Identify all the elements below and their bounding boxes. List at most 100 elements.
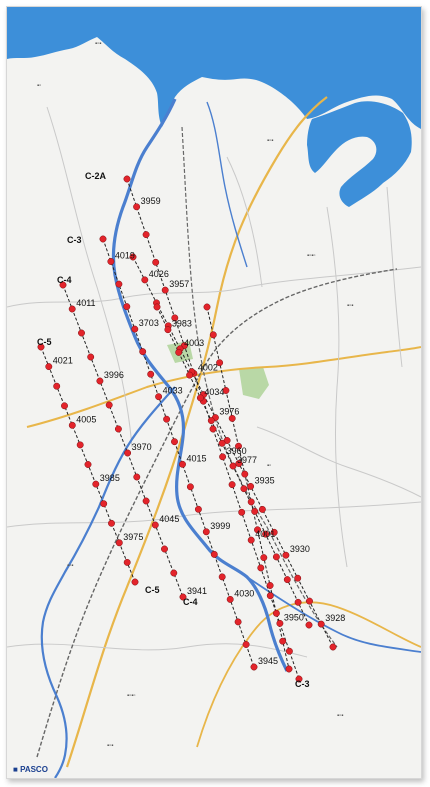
svg-text:▪▫▪: ▪▫▪ bbox=[347, 303, 353, 309]
survey-point[interactable] bbox=[276, 619, 284, 627]
survey-point[interactable] bbox=[175, 348, 183, 356]
survey-point[interactable] bbox=[210, 550, 218, 558]
survey-point[interactable] bbox=[329, 643, 337, 651]
survey-point[interactable] bbox=[142, 497, 150, 505]
map-canvas[interactable]: ▪▫▪ ▪▫ ▪▫▪ ▪▫▪▫ ▪▫▪ ▪▫ ▪▫▪ ▪▫▪▫ ▪▫▪ ▪▫▪ … bbox=[7, 7, 421, 778]
survey-line-label: C-4 bbox=[183, 597, 198, 607]
survey-point[interactable] bbox=[285, 647, 293, 655]
survey-point[interactable] bbox=[164, 326, 172, 334]
survey-point[interactable] bbox=[228, 481, 236, 489]
survey-point[interactable] bbox=[142, 231, 150, 239]
survey-point[interactable] bbox=[218, 573, 226, 581]
survey-point[interactable] bbox=[61, 402, 68, 410]
survey-point[interactable] bbox=[207, 417, 215, 425]
survey-point[interactable] bbox=[266, 592, 274, 600]
survey-point[interactable] bbox=[186, 483, 194, 491]
survey-point[interactable] bbox=[171, 438, 178, 446]
survey-point[interactable] bbox=[105, 401, 113, 409]
survey-point[interactable] bbox=[282, 551, 290, 559]
survey-point[interactable] bbox=[161, 545, 168, 553]
survey-point[interactable] bbox=[151, 521, 159, 529]
survey-point[interactable] bbox=[68, 305, 76, 313]
survey-point[interactable] bbox=[241, 470, 249, 478]
credit-text: PASCO bbox=[20, 765, 48, 774]
survey-point[interactable] bbox=[114, 425, 122, 433]
survey-point[interactable] bbox=[209, 425, 217, 433]
survey-point[interactable] bbox=[305, 621, 313, 629]
svg-text:▪▫: ▪▫ bbox=[37, 83, 41, 89]
survey-point[interactable] bbox=[285, 665, 293, 673]
survey-point[interactable] bbox=[131, 578, 139, 586]
survey-point[interactable] bbox=[229, 462, 237, 470]
survey-point[interactable] bbox=[108, 519, 115, 527]
survey-point[interactable] bbox=[209, 331, 217, 339]
survey-point[interactable] bbox=[161, 286, 169, 294]
survey-point[interactable] bbox=[139, 348, 147, 356]
survey-point[interactable] bbox=[123, 175, 131, 183]
survey-point[interactable] bbox=[272, 609, 280, 617]
survey-point[interactable] bbox=[78, 329, 85, 337]
survey-point-label: 3970 bbox=[132, 442, 152, 452]
survey-point[interactable] bbox=[226, 595, 234, 603]
survey-point[interactable] bbox=[242, 641, 250, 648]
survey-point[interactable] bbox=[186, 371, 194, 379]
survey-point[interactable] bbox=[240, 485, 248, 493]
survey-point[interactable] bbox=[203, 303, 211, 311]
survey-point[interactable] bbox=[153, 303, 161, 311]
survey-point[interactable] bbox=[76, 441, 84, 449]
survey-line-label: C-5 bbox=[37, 337, 52, 347]
survey-point[interactable] bbox=[234, 618, 242, 626]
survey-point[interactable] bbox=[179, 460, 186, 468]
survey-point[interactable] bbox=[99, 235, 107, 243]
survey-point[interactable] bbox=[152, 258, 160, 266]
survey-point[interactable] bbox=[247, 482, 255, 490]
survey-point[interactable] bbox=[266, 582, 274, 589]
survey-point[interactable] bbox=[92, 480, 100, 488]
survey-point[interactable] bbox=[133, 203, 141, 211]
survey-point[interactable] bbox=[306, 597, 313, 605]
survey-point[interactable] bbox=[124, 449, 132, 457]
survey-point[interactable] bbox=[45, 363, 53, 371]
survey-point[interactable] bbox=[272, 553, 280, 561]
survey-point[interactable] bbox=[202, 528, 210, 536]
survey-point[interactable] bbox=[107, 258, 115, 265]
survey-point[interactable] bbox=[294, 598, 302, 606]
survey-point[interactable] bbox=[123, 558, 131, 566]
survey-point[interactable] bbox=[84, 461, 92, 468]
survey-point[interactable] bbox=[294, 574, 302, 582]
survey-point[interactable] bbox=[218, 439, 226, 447]
survey-point[interactable] bbox=[100, 500, 108, 508]
survey-point[interactable] bbox=[238, 508, 246, 516]
survey-point[interactable] bbox=[258, 505, 266, 513]
survey-point[interactable] bbox=[251, 507, 259, 515]
survey-point[interactable] bbox=[317, 620, 325, 628]
survey-line-label: C-3 bbox=[67, 235, 82, 245]
survey-point[interactable] bbox=[131, 325, 139, 333]
survey-point[interactable] bbox=[96, 377, 104, 385]
survey-point[interactable] bbox=[155, 393, 163, 401]
survey-point[interactable] bbox=[283, 576, 291, 584]
survey-point[interactable] bbox=[123, 303, 131, 311]
survey-point[interactable] bbox=[257, 564, 265, 572]
survey-point[interactable] bbox=[163, 415, 171, 423]
survey-point[interactable] bbox=[247, 498, 255, 506]
survey-point[interactable] bbox=[170, 569, 178, 577]
survey-point[interactable] bbox=[115, 280, 123, 288]
survey-point-label: 4021 bbox=[53, 356, 73, 366]
survey-point[interactable] bbox=[196, 394, 204, 402]
survey-point[interactable] bbox=[250, 663, 258, 671]
survey-point[interactable] bbox=[147, 370, 155, 378]
survey-point[interactable] bbox=[247, 536, 255, 544]
survey-point[interactable] bbox=[115, 539, 123, 547]
survey-point[interactable] bbox=[141, 276, 149, 284]
survey-point[interactable] bbox=[133, 473, 141, 481]
survey-point[interactable] bbox=[194, 505, 202, 513]
survey-point-label: 3950 bbox=[284, 612, 304, 622]
survey-point[interactable] bbox=[219, 453, 227, 461]
survey-point[interactable] bbox=[87, 353, 95, 361]
survey-point[interactable] bbox=[53, 382, 61, 390]
survey-point-label: 4026 bbox=[149, 269, 169, 279]
survey-point[interactable] bbox=[260, 554, 268, 562]
survey-point[interactable] bbox=[279, 637, 287, 645]
survey-point[interactable] bbox=[68, 421, 76, 429]
